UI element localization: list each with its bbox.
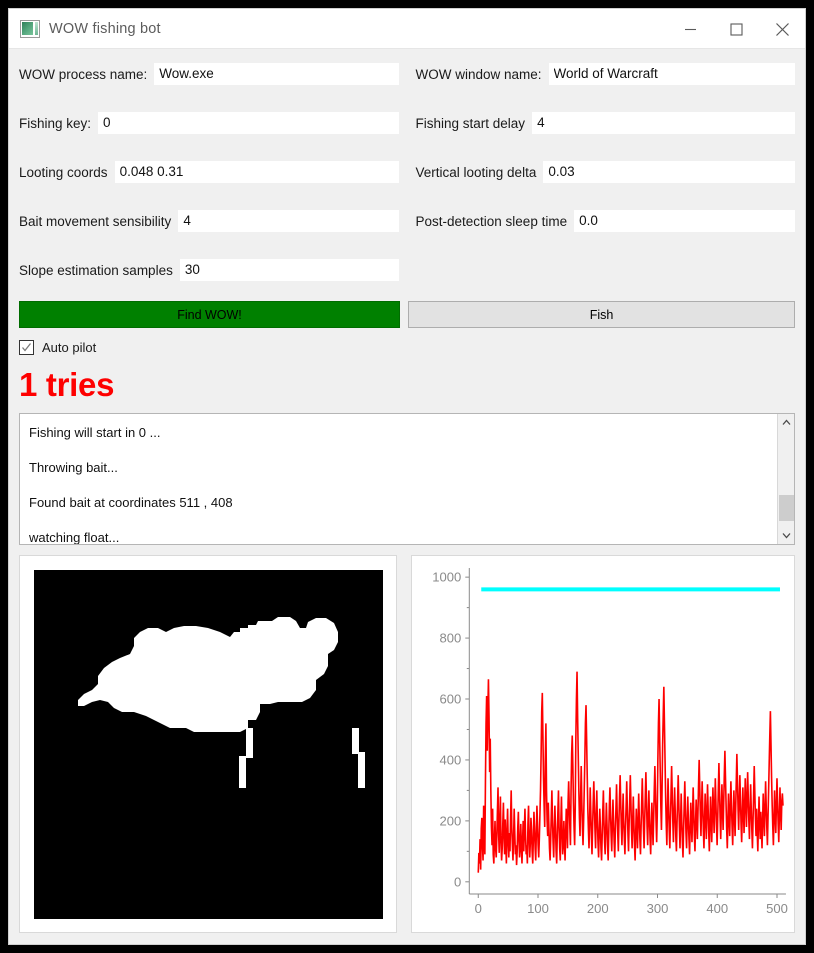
label-slope-estimation-samples: Slope estimation samples	[19, 262, 173, 278]
input-post-detection-sleep-time[interactable]	[574, 210, 795, 232]
visualization-panels: 0 200 400 600 800 1000 0 100 200 300 400 500	[19, 555, 795, 933]
label-fishing-start-delay: Fishing start delay	[415, 115, 526, 131]
tries-counter: 1 tries	[19, 366, 115, 403]
input-slope-estimation-samples[interactable]	[179, 259, 399, 281]
log-line: Throwing bait...	[29, 460, 118, 475]
input-wow-window-name[interactable]	[548, 63, 795, 85]
scroll-up-icon[interactable]	[778, 414, 795, 431]
label-bait-movement-sensibility: Bait movement sensibility	[19, 213, 172, 229]
svg-text:300: 300	[647, 901, 669, 916]
detection-mask-image	[33, 569, 383, 919]
input-looting-coords[interactable]	[114, 161, 399, 183]
svg-text:500: 500	[766, 901, 788, 916]
signal-chart-panel: 0 200 400 600 800 1000 0 100 200 300 400 500	[411, 555, 795, 933]
label-fishing-key: Fishing key:	[19, 115, 92, 131]
label-post-detection-sleep-time: Post-detection sleep time	[415, 213, 568, 229]
field-fishing-start-delay: Fishing start delay	[415, 112, 795, 134]
minimize-icon[interactable]	[667, 9, 713, 49]
app-window: WOW fishing bot WOW process name: WOW wi…	[8, 8, 806, 945]
title-bar: WOW fishing bot	[9, 9, 805, 49]
auto-pilot-checkbox[interactable]	[19, 340, 34, 355]
field-fishing-key: Fishing key:	[19, 112, 399, 134]
input-vertical-looting-delta[interactable]	[543, 161, 795, 183]
log-text-area[interactable]: Fishing will start in 0 ... Throwing bai…	[20, 414, 777, 544]
app-picture-icon	[20, 19, 40, 38]
svg-text:1000: 1000	[432, 570, 461, 585]
window-content: WOW process name: WOW window name: Fishi…	[9, 49, 805, 944]
scrollbar-track[interactable]	[778, 431, 795, 527]
log-line: Fishing will start in 0 ...	[29, 425, 161, 440]
settings-form: WOW process name: WOW window name: Fishi…	[19, 63, 795, 308]
title-bar-left: WOW fishing bot	[9, 19, 161, 38]
maximize-icon[interactable]	[713, 9, 759, 49]
field-slope-estimation-samples: Slope estimation samples	[19, 259, 399, 281]
svg-text:0: 0	[475, 901, 482, 916]
svg-text:0: 0	[454, 874, 461, 889]
log-line: watching float...	[29, 530, 120, 544]
input-fishing-start-delay[interactable]	[532, 112, 795, 134]
label-wow-process-name: WOW process name:	[19, 66, 148, 82]
svg-text:400: 400	[706, 901, 728, 916]
svg-text:400: 400	[439, 752, 461, 767]
field-wow-window-name: WOW window name:	[415, 63, 795, 85]
log-panel: Fishing will start in 0 ... Throwing bai…	[19, 413, 795, 545]
svg-text:200: 200	[439, 813, 461, 828]
log-line: Found bait at coordinates 511 , 408	[29, 495, 233, 510]
field-bait-movement-sensibility: Bait movement sensibility	[19, 210, 399, 232]
field-vertical-looting-delta: Vertical looting delta	[415, 161, 795, 183]
svg-text:100: 100	[527, 901, 549, 916]
input-bait-movement-sensibility[interactable]	[178, 210, 399, 232]
svg-text:600: 600	[439, 692, 461, 707]
desktop-background: WOW fishing bot WOW process name: WOW wi…	[0, 0, 814, 953]
svg-text:800: 800	[439, 631, 461, 646]
action-buttons: Find WOW! Fish	[19, 301, 795, 328]
label-wow-window-name: WOW window name:	[415, 66, 542, 82]
signal-chart: 0 200 400 600 800 1000 0 100 200 300 400 500	[412, 556, 794, 932]
input-wow-process-name[interactable]	[154, 63, 399, 85]
fish-button[interactable]: Fish	[408, 301, 795, 328]
scroll-down-icon[interactable]	[778, 527, 795, 544]
close-icon[interactable]	[759, 9, 805, 49]
field-post-detection-sleep-time: Post-detection sleep time	[415, 210, 795, 232]
window-controls	[667, 9, 805, 49]
log-scrollbar[interactable]	[777, 414, 794, 544]
label-looting-coords: Looting coords	[19, 164, 108, 180]
auto-pilot-label: Auto pilot	[42, 340, 97, 355]
checkmark-icon	[22, 343, 32, 352]
window-title: WOW fishing bot	[49, 20, 161, 37]
input-fishing-key[interactable]	[98, 112, 399, 134]
scrollbar-thumb[interactable]	[778, 495, 794, 521]
field-looting-coords: Looting coords	[19, 161, 399, 183]
label-vertical-looting-delta: Vertical looting delta	[415, 164, 537, 180]
bait-mask-shape	[33, 569, 383, 919]
svg-text:200: 200	[587, 901, 609, 916]
field-wow-process-name: WOW process name:	[19, 63, 399, 85]
detection-mask-panel	[19, 555, 397, 933]
auto-pilot-checkbox-row[interactable]: Auto pilot	[19, 340, 795, 355]
find-wow-button[interactable]: Find WOW!	[19, 301, 400, 328]
